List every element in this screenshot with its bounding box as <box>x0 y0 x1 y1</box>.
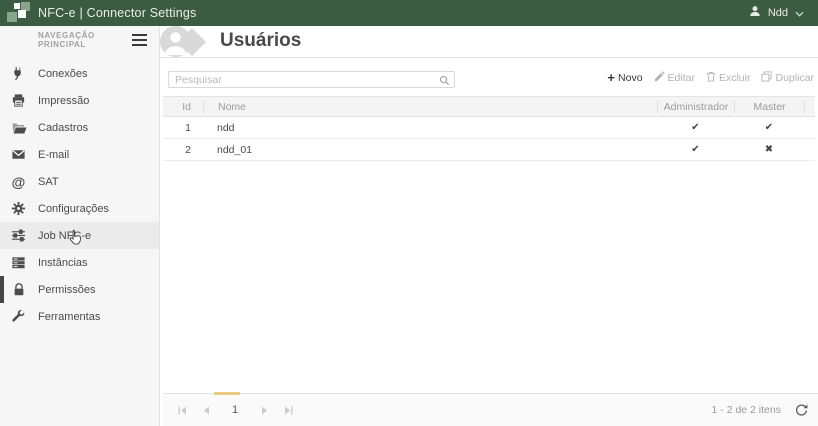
page-title: Usuários <box>220 30 301 52</box>
ndd-squares-logo <box>4 2 34 24</box>
edit-button-label: Editar <box>668 72 695 84</box>
refresh-icon[interactable] <box>795 404 808 417</box>
person-icon <box>749 4 761 22</box>
hamburger-icon[interactable] <box>132 34 147 46</box>
new-button-label: Novo <box>618 72 643 84</box>
sidebar-item-label: Job NFC-e <box>38 230 91 242</box>
printer-icon <box>10 92 27 109</box>
sidebar-item-cadastros[interactable]: Cadastros <box>0 114 159 141</box>
content-area: Usuários + Novo Editar <box>160 26 818 426</box>
new-button[interactable]: + Novo <box>607 72 642 84</box>
sidebar-item-email[interactable]: E-mail <box>0 141 159 168</box>
next-page-button[interactable] <box>256 402 272 418</box>
sidebar-item-label: Ferramentas <box>38 311 100 323</box>
table-row[interactable]: 2 ndd_01 ✔ ✖ <box>163 139 815 161</box>
sidebar-item-instancias[interactable]: Instâncias <box>0 249 159 276</box>
search-box <box>168 70 455 87</box>
pencil-icon <box>654 71 665 85</box>
pager-info: 1 - 2 de 2 itens <box>712 404 781 416</box>
column-header-nome[interactable]: Nome <box>203 100 657 113</box>
chevron-down-icon <box>795 4 804 22</box>
sidebar-item-ferramentas[interactable]: Ferramentas <box>0 303 159 330</box>
first-page-button[interactable] <box>174 402 190 418</box>
column-header-master[interactable]: Master <box>734 100 804 113</box>
nav-list: Conexões Impressão Cadastros E-mail <box>0 60 159 330</box>
check-icon: ✔ <box>657 122 734 133</box>
previous-page-button[interactable] <box>198 402 214 418</box>
cell-id: 1 <box>163 122 203 134</box>
check-icon: ✔ <box>734 122 804 133</box>
column-header-administrador[interactable]: Administrador <box>657 100 734 113</box>
plus-icon: + <box>607 73 615 83</box>
sidebar-item-label: Impressão <box>38 95 89 107</box>
sidebar-item-label: Instâncias <box>38 257 88 269</box>
search-input[interactable] <box>168 71 455 88</box>
lock-icon <box>10 281 27 298</box>
cell-nome: ndd <box>203 122 657 134</box>
user-avatar-badge <box>160 26 191 57</box>
cross-icon: ✖ <box>734 144 804 155</box>
server-icon <box>10 254 27 271</box>
table-row[interactable]: 1 ndd ✔ ✔ <box>163 117 815 139</box>
sidebar-item-label: Permissões <box>38 284 95 296</box>
cursor-hand-icon <box>68 229 82 250</box>
current-page-indicator <box>214 392 240 395</box>
sidebar-item-label: Cadastros <box>38 122 88 134</box>
envelope-icon <box>10 146 27 163</box>
duplicate-button[interactable]: Duplicar <box>761 71 814 85</box>
user-name: Ndd <box>768 7 788 19</box>
sidebar: NAVEGAÇÃO PRINCIPAL Conexões Impressão <box>0 26 160 426</box>
trash-icon <box>706 71 716 85</box>
folder-open-icon <box>10 119 27 136</box>
delete-button-label: Excluir <box>719 72 751 84</box>
user-menu[interactable]: Ndd <box>749 4 804 22</box>
sidebar-item-permissoes[interactable]: Permissões <box>0 276 159 303</box>
page-number[interactable]: 1 <box>222 404 248 416</box>
toolbar: + Novo Editar Excluir <box>168 69 815 87</box>
plug-icon <box>10 65 27 82</box>
pager: 1 1 - 2 de 2 itens <box>163 393 818 426</box>
duplicate-button-label: Duplicar <box>775 72 814 84</box>
edit-button[interactable]: Editar <box>654 71 695 85</box>
app-title: NFC-e | Connector Settings <box>38 6 197 20</box>
wrench-icon <box>10 308 27 325</box>
users-grid: Id Nome Administrador Master 1 ndd ✔ ✔ 2… <box>163 96 815 161</box>
copy-icon <box>761 71 772 85</box>
grid-header-row: Id Nome Administrador Master <box>163 96 815 117</box>
sidebar-item-conexoes[interactable]: Conexões <box>0 60 159 87</box>
at-sign-icon: @ <box>10 173 27 190</box>
check-icon: ✔ <box>657 144 734 155</box>
sidebar-item-job-nfce[interactable]: Job NFC-e <box>0 222 159 249</box>
nav-header-label: NAVEGAÇÃO PRINCIPAL <box>38 31 132 49</box>
cell-id: 2 <box>163 144 203 156</box>
sidebar-item-label: Conexões <box>38 68 88 80</box>
sidebar-item-impressao[interactable]: Impressão <box>0 87 159 114</box>
sidebar-item-label: Configurações <box>38 203 109 215</box>
sidebar-item-label: E-mail <box>38 149 69 161</box>
delete-button[interactable]: Excluir <box>706 71 751 85</box>
cell-nome: ndd_01 <box>203 144 657 156</box>
sliders-icon <box>10 227 27 244</box>
sidebar-item-configuracoes[interactable]: Configurações <box>0 195 159 222</box>
sidebar-item-sat[interactable]: @ SAT <box>0 168 159 195</box>
gear-icon <box>10 200 27 217</box>
last-page-button[interactable] <box>280 402 296 418</box>
search-icon <box>439 73 450 91</box>
topbar: NFC-e | Connector Settings Ndd <box>0 0 818 26</box>
column-header-stub <box>804 100 815 113</box>
page-header: Usuários <box>160 26 818 58</box>
column-header-id[interactable]: Id <box>163 100 203 113</box>
sidebar-item-label: SAT <box>38 176 59 188</box>
